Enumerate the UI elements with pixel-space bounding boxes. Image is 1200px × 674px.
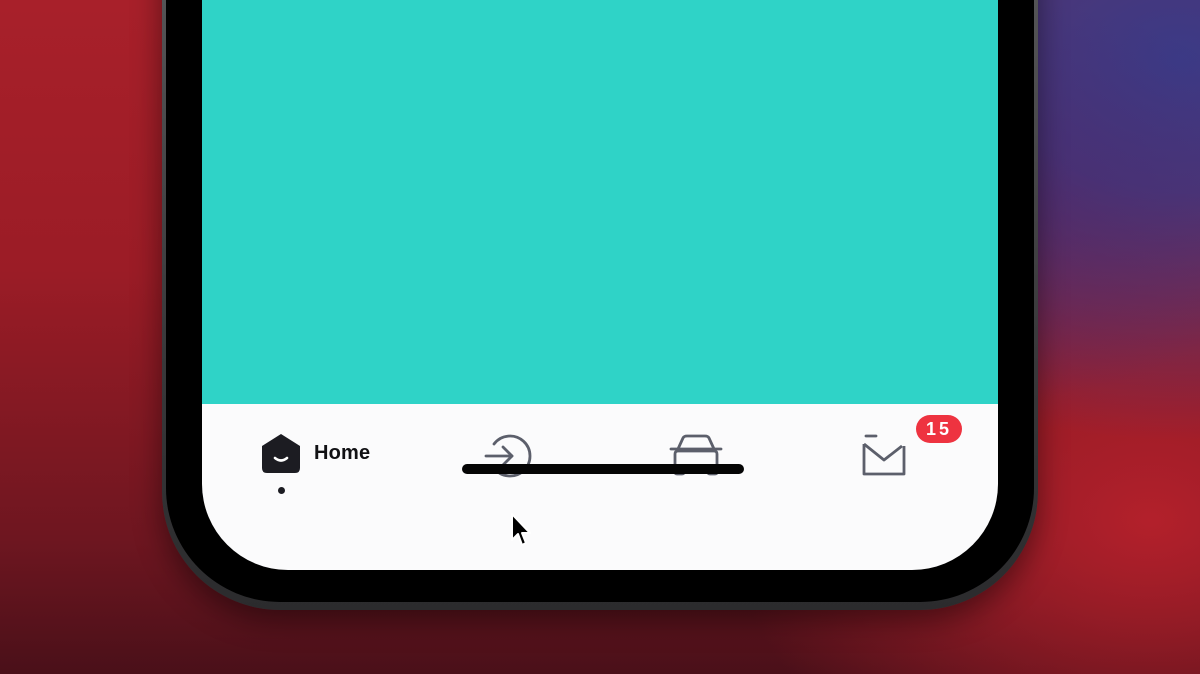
phone-bezel: Home 15	[166, 0, 1034, 602]
desktop-background: Home 15	[0, 0, 1200, 674]
tab-home-label: Home	[314, 441, 371, 464]
main-content-area	[202, 0, 998, 404]
bottom-tab-bar: Home 15	[202, 404, 998, 514]
mouse-cursor-icon	[511, 513, 531, 546]
mail-icon	[862, 434, 906, 476]
active-tab-indicator	[278, 487, 285, 494]
home-indicator[interactable]	[462, 464, 744, 474]
home-icon	[262, 434, 300, 473]
messages-badge: 15	[916, 415, 962, 443]
phone-frame: Home 15	[162, 0, 1038, 610]
tab-home[interactable]: Home	[260, 432, 370, 474]
phone-screen: Home 15	[202, 0, 998, 570]
tab-messages[interactable]	[858, 432, 910, 478]
